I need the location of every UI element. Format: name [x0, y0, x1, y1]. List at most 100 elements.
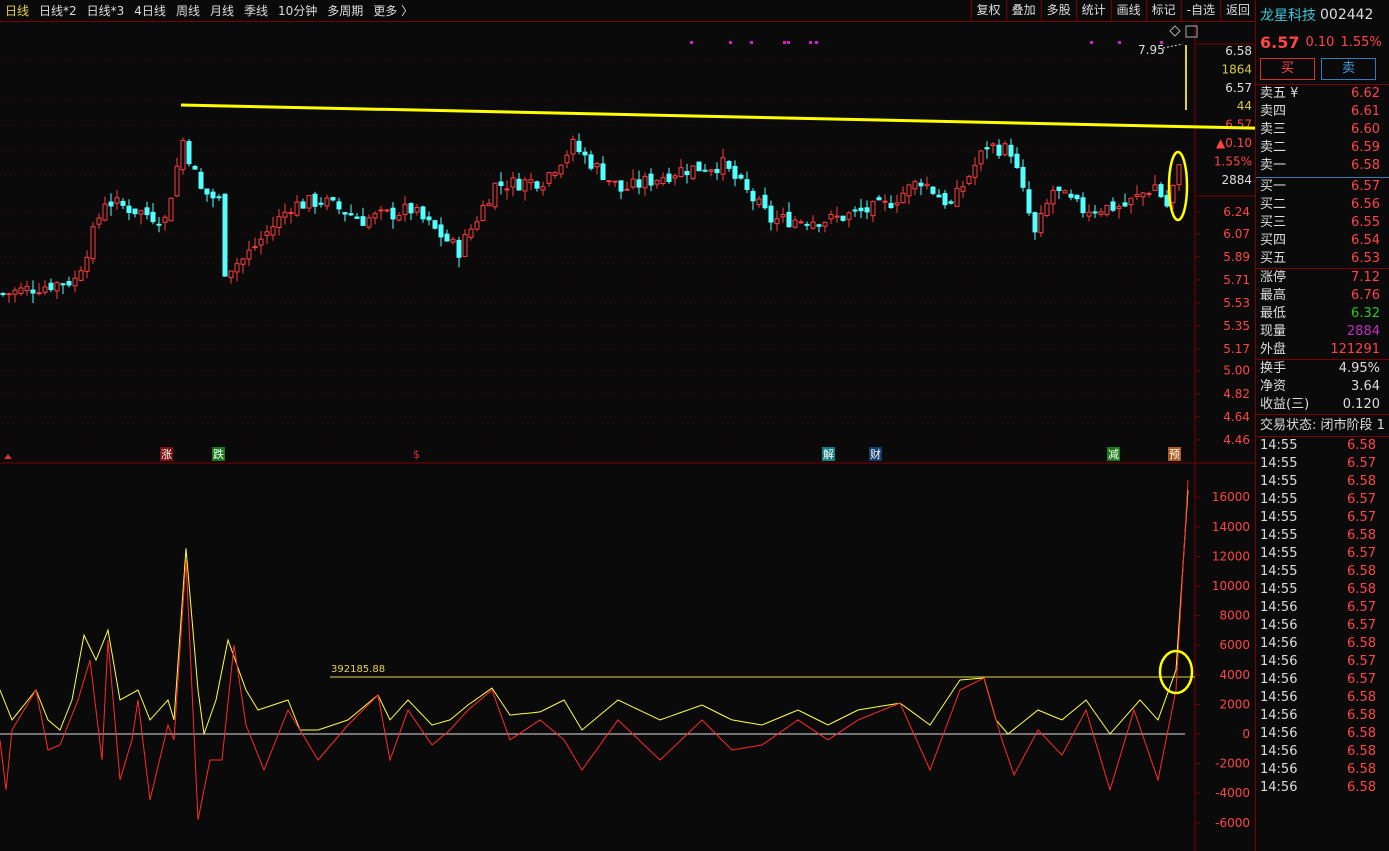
- candle-body[interactable]: [702, 169, 708, 172]
- candle-body[interactable]: [294, 201, 300, 216]
- candle-body[interactable]: [1110, 201, 1116, 211]
- tool-button[interactable]: 复权: [970, 0, 1006, 22]
- candle-body[interactable]: [618, 180, 624, 192]
- candle-body[interactable]: [672, 175, 678, 179]
- candle-body[interactable]: [636, 179, 642, 188]
- candle-body[interactable]: [114, 197, 120, 204]
- candle-body[interactable]: [96, 217, 102, 225]
- candle-body[interactable]: [570, 138, 576, 155]
- candle-body[interactable]: [666, 173, 672, 182]
- candle-body[interactable]: [984, 147, 990, 150]
- candle-body[interactable]: [270, 226, 276, 236]
- candle-body[interactable]: [876, 197, 882, 201]
- tool-button[interactable]: 画线: [1110, 0, 1146, 22]
- candle-body[interactable]: [1176, 164, 1182, 186]
- candle-body[interactable]: [972, 164, 978, 178]
- candle-body[interactable]: [264, 231, 270, 236]
- candle-body[interactable]: [336, 201, 342, 210]
- tool-button[interactable]: 标记: [1145, 0, 1181, 22]
- period-tab[interactable]: 日线*3: [82, 2, 130, 19]
- candle-body[interactable]: [498, 181, 504, 187]
- candle-body[interactable]: [504, 188, 510, 191]
- candle-body[interactable]: [744, 179, 750, 190]
- period-tab[interactable]: 更多 〉: [368, 2, 418, 19]
- candle-body[interactable]: [456, 239, 462, 258]
- candle-body[interactable]: [912, 181, 918, 190]
- candle-body[interactable]: [810, 221, 816, 229]
- candle-body[interactable]: [528, 179, 534, 184]
- candle-body[interactable]: [510, 177, 516, 188]
- candle-body[interactable]: [696, 161, 702, 172]
- candle-body[interactable]: [324, 197, 330, 207]
- candle-body[interactable]: [588, 154, 594, 169]
- candle-body[interactable]: [318, 202, 324, 205]
- candle-body[interactable]: [174, 165, 180, 197]
- candle-body[interactable]: [0, 292, 6, 295]
- candle-body[interactable]: [24, 286, 30, 292]
- candle-body[interactable]: [990, 143, 996, 147]
- candle-body[interactable]: [660, 177, 666, 184]
- period-tab[interactable]: 多周期: [322, 2, 368, 19]
- candle-body[interactable]: [564, 154, 570, 164]
- candle-body[interactable]: [288, 211, 294, 214]
- candle-body[interactable]: [198, 171, 204, 189]
- candle-body[interactable]: [582, 151, 588, 156]
- candle-body[interactable]: [282, 211, 288, 218]
- sell-button[interactable]: 卖: [1321, 58, 1376, 80]
- candle-body[interactable]: [936, 194, 942, 198]
- candle-body[interactable]: [558, 164, 564, 175]
- candle-body[interactable]: [1014, 153, 1020, 169]
- candle-body[interactable]: [828, 213, 834, 220]
- tool-button[interactable]: 叠加: [1005, 0, 1041, 22]
- candle-body[interactable]: [432, 220, 438, 229]
- candle-body[interactable]: [798, 221, 804, 224]
- candle-body[interactable]: [600, 163, 606, 181]
- candle-body[interactable]: [420, 206, 426, 220]
- candle-body[interactable]: [462, 234, 468, 257]
- candle-body[interactable]: [342, 212, 348, 215]
- candle-body[interactable]: [372, 213, 378, 219]
- candle-body[interactable]: [1122, 202, 1128, 207]
- candle-body[interactable]: [360, 216, 366, 226]
- diamond-icon[interactable]: [1169, 25, 1181, 37]
- candle-body[interactable]: [1056, 186, 1062, 191]
- candle-body[interactable]: [948, 201, 954, 204]
- candle-body[interactable]: [138, 210, 144, 215]
- candle-body[interactable]: [384, 209, 390, 212]
- candle-body[interactable]: [1074, 194, 1080, 200]
- candle-body[interactable]: [918, 182, 924, 187]
- candle-body[interactable]: [960, 186, 966, 192]
- candle-body[interactable]: [180, 139, 186, 171]
- candle-body[interactable]: [726, 160, 732, 169]
- candle-body[interactable]: [84, 256, 90, 272]
- candle-body[interactable]: [678, 167, 684, 178]
- candle-body[interactable]: [1134, 194, 1140, 198]
- candle-body[interactable]: [768, 205, 774, 223]
- candle-body[interactable]: [894, 202, 900, 206]
- candle-body[interactable]: [240, 258, 246, 265]
- candle-body[interactable]: [228, 270, 234, 279]
- candle-body[interactable]: [30, 289, 36, 294]
- candle-body[interactable]: [246, 249, 252, 260]
- candle-body[interactable]: [834, 215, 840, 218]
- candle-body[interactable]: [762, 194, 768, 209]
- candle-body[interactable]: [492, 182, 498, 208]
- candle-body[interactable]: [804, 223, 810, 226]
- candle-body[interactable]: [546, 172, 552, 184]
- candle-body[interactable]: [396, 214, 402, 221]
- candle-body[interactable]: [540, 186, 546, 191]
- candle-body[interactable]: [402, 203, 408, 216]
- resistance-trendline[interactable]: [180, 103, 1255, 131]
- candle-body[interactable]: [552, 172, 558, 176]
- candle-body[interactable]: [216, 196, 222, 199]
- candle-body[interactable]: [6, 293, 12, 296]
- candle-body[interactable]: [738, 174, 744, 179]
- candle-body[interactable]: [234, 263, 240, 273]
- candle-body[interactable]: [1158, 184, 1164, 198]
- candle-body[interactable]: [654, 179, 660, 185]
- candle-body[interactable]: [390, 207, 396, 220]
- candle-body[interactable]: [684, 170, 690, 176]
- candle-body[interactable]: [162, 216, 168, 223]
- candle-body[interactable]: [786, 211, 792, 228]
- candle-body[interactable]: [474, 221, 480, 230]
